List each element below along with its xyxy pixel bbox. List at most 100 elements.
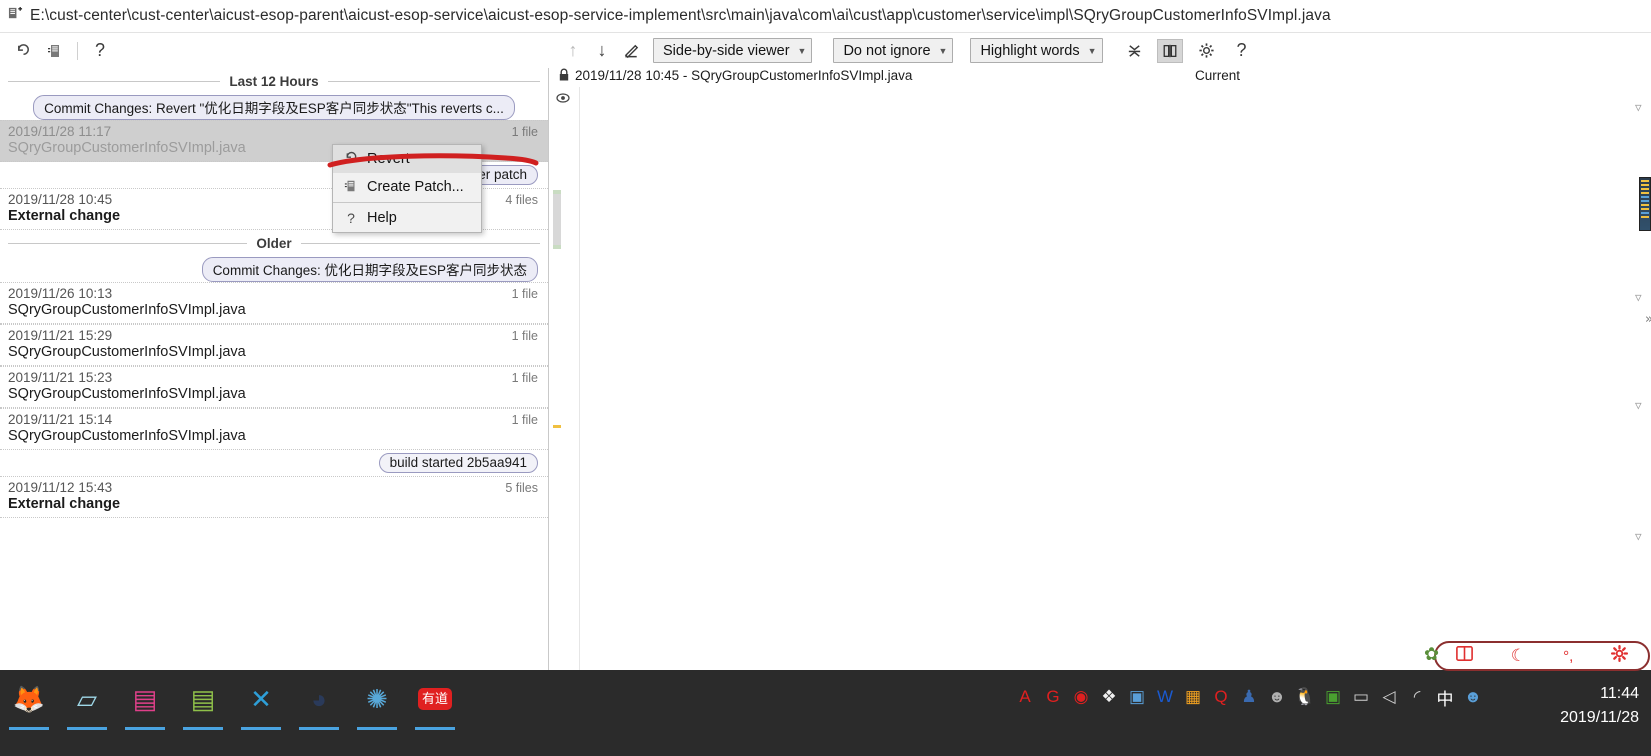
left-toolbar: ?: [0, 33, 549, 68]
qq-browser-icon[interactable]: Q: [1211, 686, 1231, 708]
history-entry-title: SQryGroupCustomerInfoSVImpl.java: [8, 428, 246, 444]
vscode-icon[interactable]: ✕: [238, 676, 284, 730]
person-icon[interactable]: ♟: [1239, 686, 1259, 708]
volume-icon[interactable]: ◁: [1379, 686, 1399, 708]
youdao-icon[interactable]: 有道: [412, 676, 458, 730]
degree-icon[interactable]: °,: [1563, 648, 1573, 665]
previous-difference-icon[interactable]: ↑: [560, 39, 586, 63]
history-label-pill[interactable]: Commit Changes: Revert "优化日期字段及ESP客户同步状态…: [33, 94, 515, 120]
separator-line: [8, 80, 221, 82]
wifi-icon[interactable]: ◜: [1407, 686, 1427, 708]
edit-source-icon[interactable]: [618, 39, 644, 63]
taskbar-active-underline: [67, 727, 107, 730]
moon-icon[interactable]: ☾: [1511, 646, 1526, 666]
system-tray[interactable]: A G ◉ ❖ ▣ W ▦ Q ♟ ☻ 🐧 ▣ ▭ ◁ ◜ 中 ☻: [1015, 686, 1483, 709]
history-entry-title: External change: [8, 496, 121, 512]
taskbar-active-underline: [241, 727, 281, 730]
path-bar: E:\cust-center\cust-center\aicust-esop-p…: [0, 0, 1651, 33]
diff-header: 2019/11/28 10:45 - SQryGroupCustomerInfo…: [550, 68, 1651, 87]
netease-icon[interactable]: ◉: [1071, 686, 1091, 708]
ime-icon[interactable]: 中: [1435, 686, 1455, 709]
create-patch-icon: [343, 179, 359, 196]
green-app-icon[interactable]: ▣: [1323, 686, 1343, 708]
book-icon[interactable]: [1455, 644, 1474, 668]
taskbar-clock[interactable]: 11:44 2019/11/28: [1560, 682, 1639, 730]
wireshark-icon[interactable]: W: [1155, 686, 1175, 708]
context-menu-item-create-patch[interactable]: Create Patch...: [333, 173, 481, 201]
context-menu-label: Help: [367, 210, 397, 226]
align-columns-icon[interactable]: [1156, 38, 1183, 63]
history-entry-title: SQryGroupCustomerInfoSVImpl.java: [8, 386, 246, 402]
context-menu-label: Create Patch...: [367, 179, 464, 195]
gear-icon[interactable]: [1194, 39, 1220, 63]
chevron-down-icon: ▼: [797, 45, 807, 56]
floating-toolbar[interactable]: ☾ °,: [1434, 641, 1650, 671]
history-entry-timestamp: 2019/11/21 15:23: [8, 370, 113, 385]
viewer-mode-label: Side-by-side viewer: [663, 42, 790, 59]
highlight-select[interactable]: Highlight words ▼: [970, 38, 1103, 63]
next-difference-icon[interactable]: ↓: [589, 39, 615, 63]
firefox-icon[interactable]: 🦊: [6, 676, 52, 730]
diff-right-line-numbers: 4254264274284294304314324334344354364374…: [550, 87, 1651, 670]
taskbar[interactable]: 🦊 ▱ ▤ ▤ ✕ ◕ ✺ 有道 A G ◉ ❖ ▣ W ▦ Q ♟ ☻ 🐧 ▣ ▭ ◁ ◜ 中 ☻ 11:44 2019/1…: [0, 670, 1651, 756]
history-entry[interactable]: 2019/11/26 10:13 1 file SQryGroupCustomerI…: [0, 282, 548, 324]
history-entry[interactable]: 2019/11/21 15:14 1 file SQryGroupCustomerI…: [0, 408, 548, 450]
taskbar-active-underline: [183, 727, 223, 730]
clock-date: 2019/11/28: [1560, 709, 1639, 726]
taskbar-active-underline: [415, 727, 455, 730]
history-entry-file-count: 1 file: [511, 413, 538, 427]
history-entry-timestamp: 2019/11/28 10:45: [8, 192, 113, 207]
diff-body[interactable]: grpDtlInfoOut.setGroupName(groupCustAndE…: [550, 87, 1651, 670]
avatar-icon[interactable]: ☻: [1267, 686, 1287, 708]
app-blue-icon[interactable]: ▣: [1127, 686, 1147, 708]
history-label-pill[interactable]: Commit Changes: 优化日期字段及ESP客户同步状态: [201, 256, 538, 282]
brain-icon[interactable]: ✺: [354, 676, 400, 730]
history-entry-file-count: 1 file: [511, 287, 538, 301]
context-menu-label: Revert: [367, 151, 410, 167]
history-entry[interactable]: 2019/11/21 15:29 1 file SQryGroupCustomerI…: [0, 324, 548, 366]
taskbar-app-list[interactable]: 🦊 ▱ ▤ ▤ ✕ ◕ ✺ 有道: [6, 676, 458, 730]
history-entry-file-count: 4 files: [505, 193, 538, 207]
database-icon[interactable]: ▤: [122, 676, 168, 730]
taskbar-active-underline: [125, 727, 165, 730]
editor-icon[interactable]: ▤: [180, 676, 226, 730]
notes-icon[interactable]: ▱: [64, 676, 110, 730]
history-section-separator: Last 12 Hours: [0, 68, 548, 94]
help-icon[interactable]: ?: [85, 38, 115, 64]
colorful-icon[interactable]: ▦: [1183, 686, 1203, 708]
history-entry-timestamp: 2019/11/28 11:17: [8, 124, 112, 139]
collapse-unchanged-icon[interactable]: [1122, 39, 1148, 63]
history-entry[interactable]: 2019/11/21 15:23 1 file SQryGroupCustomerI…: [0, 366, 548, 408]
media-icon[interactable]: ◕: [296, 676, 342, 730]
gear-icon[interactable]: [1610, 644, 1629, 668]
create-patch-icon[interactable]: [40, 38, 70, 64]
history-label-pill[interactable]: build started 2b5aa941: [378, 453, 538, 473]
penguin-icon[interactable]: 🐧: [1294, 686, 1315, 708]
history-entry-timestamp: 2019/11/12 15:43: [8, 480, 113, 495]
shield-icon[interactable]: ❖: [1099, 686, 1119, 708]
help-icon[interactable]: ?: [1229, 39, 1255, 63]
context-menu-item-help[interactable]: ? Help: [333, 204, 481, 232]
separator-line: [300, 242, 541, 244]
history-entry[interactable]: 2019/11/12 15:43 5 files External change: [0, 476, 548, 518]
g-icon[interactable]: G: [1043, 686, 1063, 708]
help-icon: ?: [347, 210, 355, 226]
history-section-separator: Older: [0, 230, 548, 256]
history-entry-file-count: 1 file: [511, 329, 538, 343]
history-entry-file-count: 1 file: [511, 125, 538, 139]
letter-a-icon[interactable]: A: [1015, 686, 1035, 708]
battery-icon[interactable]: ▭: [1351, 686, 1371, 708]
history-label-row: Commit Changes: Revert "优化日期字段及ESP客户同步状态…: [0, 94, 548, 120]
whitespace-select[interactable]: Do not ignore ▼: [833, 38, 954, 63]
minimap-scrollbar[interactable]: [1639, 177, 1651, 231]
history-entry-timestamp: 2019/11/21 15:29: [8, 328, 113, 343]
context-menu-item-revert[interactable]: Revert: [333, 145, 481, 173]
taskbar-active-underline: [299, 727, 339, 730]
user-icon[interactable]: ☻: [1463, 686, 1483, 708]
viewer-mode-select[interactable]: Side-by-side viewer ▼: [653, 38, 813, 63]
history-entry-file-count: 5 files: [505, 481, 538, 495]
whitespace-label: Do not ignore: [843, 42, 931, 59]
history-entry-file-count: 1 file: [511, 371, 538, 385]
revert-icon[interactable]: [8, 38, 38, 64]
context-menu[interactable]: Revert Create Patch... ? Help: [332, 144, 482, 233]
